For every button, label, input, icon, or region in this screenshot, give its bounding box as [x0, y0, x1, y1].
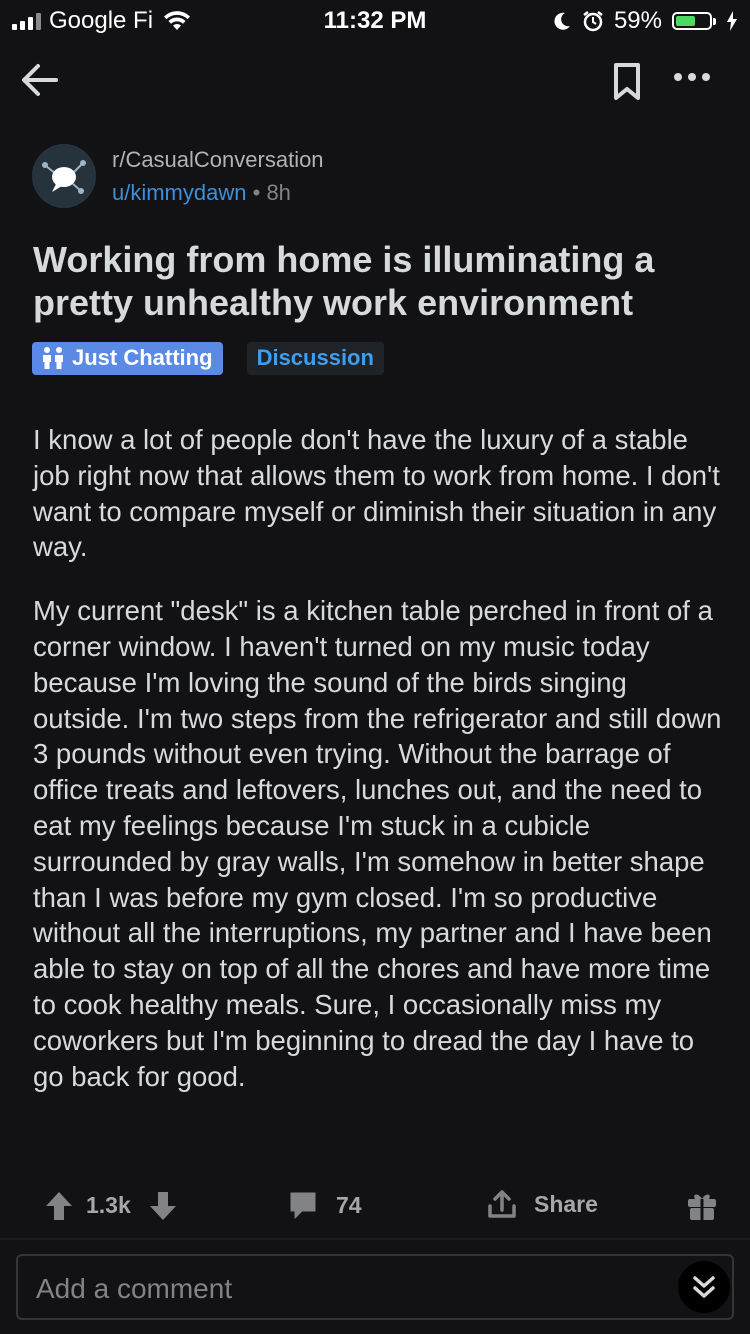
share-label: Share — [534, 1190, 598, 1217]
gift-icon — [688, 1194, 716, 1220]
comment-icon — [290, 1192, 316, 1219]
author-link[interactable]: u/kimmydawn — [112, 180, 246, 205]
post-body: I know a lot of people don't have the lu… — [33, 422, 728, 1122]
post-age: 8h — [266, 180, 291, 205]
bookmark-icon — [614, 63, 640, 100]
chat-bubble-icon — [32, 144, 96, 208]
charging-icon — [727, 11, 737, 31]
people-icon — [43, 347, 63, 369]
flair-discussion[interactable]: Discussion — [246, 342, 384, 375]
arrow-up-icon — [46, 1192, 72, 1220]
downvote-button[interactable] — [148, 1190, 178, 1222]
upvote-button[interactable] — [44, 1190, 74, 1222]
status-bar-right: 59% — [552, 7, 738, 35]
flair-just-chatting[interactable]: Just Chatting — [32, 342, 223, 375]
comment-box — [16, 1254, 734, 1320]
subreddit-avatar[interactable] — [32, 144, 96, 208]
flair-label: Just Chatting — [72, 345, 213, 370]
status-bar: Google Fi 11:32 PM 59% — [0, 0, 750, 40]
comments-button[interactable]: 74 — [288, 1190, 362, 1220]
arrow-down-icon — [150, 1192, 176, 1220]
ellipsis-icon — [674, 73, 710, 81]
post-title: Working from home is illuminating a pret… — [33, 239, 655, 323]
battery-percent: 59% — [613, 7, 662, 34]
battery-icon — [672, 12, 716, 30]
author-line: u/kimmydawn • 8h — [112, 180, 291, 206]
vote-count: 1.3k — [86, 1192, 131, 1218]
comments-count: 74 — [336, 1191, 362, 1218]
flair-row: Just Chatting Discussion — [32, 342, 384, 375]
alarm-icon — [583, 11, 603, 32]
divider — [0, 1238, 750, 1240]
share-button[interactable]: Share — [486, 1188, 598, 1220]
moon-icon — [554, 12, 570, 30]
comment-input[interactable] — [34, 1270, 638, 1308]
award-button[interactable] — [686, 1190, 718, 1222]
post-meta: r/CasualConversation u/kimmydawn • 8h — [32, 144, 732, 214]
post-action-bar: 1.3k 74 Share — [0, 1180, 750, 1230]
more-options-button[interactable] — [672, 70, 716, 98]
body-paragraph: I know a lot of people don't have the lu… — [33, 424, 720, 563]
subreddit-name[interactable]: r/CasualConversation — [112, 147, 324, 173]
arrow-left-icon — [22, 64, 58, 96]
battery-fill — [676, 16, 695, 26]
meta-separator: • — [252, 180, 261, 205]
post-header — [0, 52, 750, 112]
share-icon — [488, 1190, 516, 1218]
save-post-button[interactable] — [612, 62, 644, 106]
double-chevron-down-icon — [693, 1276, 715, 1298]
collapse-comments-button[interactable] — [678, 1261, 730, 1313]
body-paragraph: My current "desk" is a kitchen table per… — [33, 595, 722, 1092]
back-button[interactable] — [20, 62, 64, 102]
